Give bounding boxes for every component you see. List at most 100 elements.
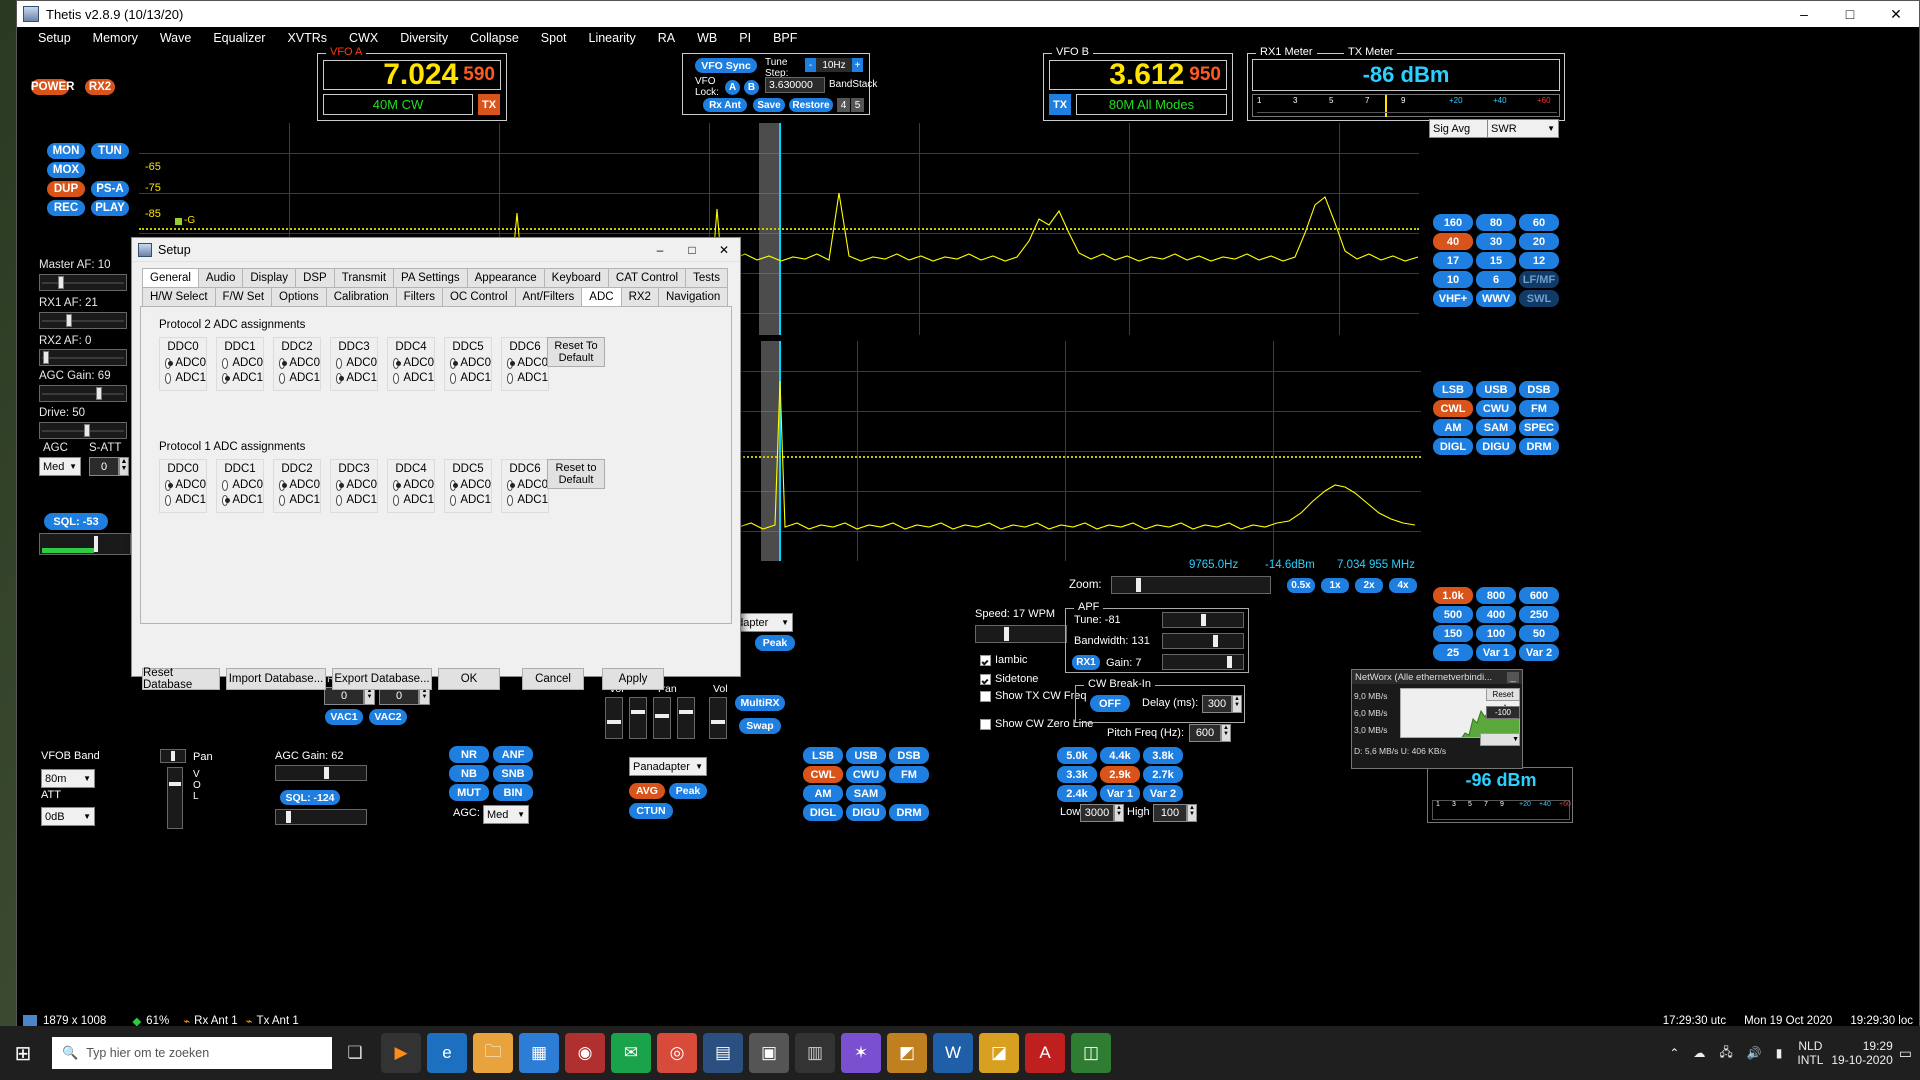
mode-spec-button[interactable]: SPEC [1519,419,1559,436]
language-indicator[interactable]: NLD INTL [1797,1039,1823,1067]
pan-right-slider[interactable] [677,697,695,739]
ctun-button[interactable]: CTUN [629,803,673,819]
band-vhf--button[interactable]: VHF+ [1433,290,1473,307]
mode-bottom-sam-button[interactable]: SAM [846,785,886,802]
filter2-3-3k-button[interactable]: 3.3k [1057,766,1097,783]
setup-tab-pa-settings[interactable]: PA Settings [393,268,468,287]
file-explorer-icon[interactable]: 🗀 [473,1033,513,1073]
filter-var-2-button[interactable]: Var 2 [1519,644,1559,661]
agc-gain-slider[interactable] [39,385,127,402]
pan-slider[interactable] [160,749,186,763]
bin-button[interactable]: BIN [493,784,533,801]
close-button[interactable]: ✕ [1873,1,1919,27]
mode-bottom-dsb-button[interactable]: DSB [889,747,929,764]
band-lf-mf-button[interactable]: LF/MF [1519,271,1559,288]
p2-ddc5-adc1-radio[interactable]: ADC1 [450,372,491,384]
band-20-button[interactable]: 20 [1519,233,1559,250]
menu-item-cwx[interactable]: CWX [338,29,389,47]
cw-speed-slider[interactable] [975,625,1067,643]
networx-widget[interactable]: NetWorx (Alle ethernetverbindi... _ 9,0 … [1351,669,1523,769]
maximize-button[interactable]: □ [1827,1,1873,27]
mode-bottom-cwl-button[interactable]: CWL [803,766,843,783]
mode-drm-button[interactable]: DRM [1519,438,1559,455]
reset-to-default-button-p2[interactable]: Reset To Default [547,337,605,367]
swap-button[interactable]: Swap [739,718,781,734]
vfo-b-tx-indicator[interactable]: TX [1049,94,1071,115]
menu-item-xvtrs[interactable]: XVTRs [276,29,338,47]
menu-item-bpf[interactable]: BPF [762,29,808,47]
setup-tab-tests[interactable]: Tests [685,268,728,287]
band-15-button[interactable]: 15 [1476,252,1516,269]
setup-dialog[interactable]: Setup – □ ✕ General Audio Display DSP Transm… [131,237,741,691]
setup-subtab-ant-filters[interactable]: Ant/Filters [514,287,583,306]
networx-minimize-button[interactable]: _ [1507,671,1519,683]
setup-tab-appearance[interactable]: Appearance [466,268,545,287]
folder-icon[interactable]: ▤ [703,1033,743,1073]
mode-bottom-cwu-button[interactable]: CWU [846,766,886,783]
band-10-button[interactable]: 10 [1433,271,1473,288]
menu-item-setup[interactable]: Setup [27,29,82,47]
high-stepper[interactable]: ▲ ▼ [1187,804,1197,822]
drive-slider[interactable] [39,422,127,439]
vol-slider[interactable] [167,767,183,829]
taskbar-search-input[interactable]: 🔍 Typ hier om te zoeken [52,1037,332,1069]
mode-lsb-button[interactable]: LSB [1433,381,1473,398]
nb-button[interactable]: NB [449,765,489,782]
network-icon[interactable]: 🖧 [1719,1043,1732,1064]
filter2-2-9k-button[interactable]: 2.9k [1100,766,1140,783]
mode-cwl-button[interactable]: CWL [1433,400,1473,417]
high-value[interactable]: 100 [1153,804,1187,822]
p1-ddc5-adc0-radio[interactable]: ADC0 [450,479,491,491]
menu-item-equalizer[interactable]: Equalizer [202,29,276,47]
networx-select[interactable]: ▼ [1480,733,1520,746]
media-player-icon[interactable]: ▶ [381,1033,421,1073]
menu-item-collapse[interactable]: Collapse [459,29,530,47]
snb-button[interactable]: SNB [493,765,533,782]
rx1-af-slider[interactable] [39,312,127,329]
bandstack-save-button[interactable]: Save [753,98,785,112]
vfo-lock-b-button[interactable]: B [744,80,759,95]
vfo-center-freq-field[interactable]: 3.630000 [765,77,825,93]
rx-ant-button[interactable]: Rx Ant [703,98,747,112]
p1-ddc2-adc1-radio[interactable]: ADC1 [279,494,320,506]
rec-button[interactable]: REC [47,200,85,216]
setup-minimize-button[interactable]: – [644,238,676,262]
mode-bottom-fm-button[interactable]: FM [889,766,929,783]
agc-select[interactable]: Med ▼ [39,457,81,476]
p2-ddc6-adc1-radio[interactable]: ADC1 [507,372,548,384]
word-icon[interactable]: W [933,1033,973,1073]
filter-600-button[interactable]: 600 [1519,587,1559,604]
setup-subtab-rx2[interactable]: RX2 [620,287,659,306]
chrome-icon[interactable]: ◎ [657,1033,697,1073]
menu-item-pi[interactable]: PI [728,29,762,47]
bandstack-slot-5[interactable]: 5 [851,98,864,112]
show-tx-cw-freq-checkbox[interactable]: Show TX CW Freq [980,691,1087,702]
menu-item-wb[interactable]: WB [686,29,728,47]
p1-ddc5-adc1-radio[interactable]: ADC1 [450,494,491,506]
mon-button[interactable]: MON [47,143,85,159]
mode-usb-button[interactable]: USB [1476,381,1516,398]
vol-right-slider[interactable] [709,697,727,739]
filter2-2-4k-button[interactable]: 2.4k [1057,785,1097,802]
vfo-b-frequency[interactable]: 3.612 950 [1049,58,1227,91]
apf-bandwidth-slider[interactable] [1162,633,1244,649]
mode-bottom-digu-button[interactable]: DIGU [846,804,886,821]
panadapter-select[interactable]: Panadapter ▼ [629,757,707,776]
tune-step-increment[interactable]: + [852,58,863,72]
reset-database-button[interactable]: Reset Database [142,667,220,691]
filter2-2-7k-button[interactable]: 2.7k [1143,766,1183,783]
apply-button[interactable]: Apply [602,668,664,690]
p2-ddc5-adc0-radio[interactable]: ADC0 [450,357,491,369]
cw-delay-stepper[interactable]: ▲ ▼ [1232,695,1242,713]
sql-button[interactable]: SQL: -53 [44,513,108,530]
setup-subtab-filters[interactable]: Filters [395,287,443,306]
mode-bottom-drm-button[interactable]: DRM [889,804,929,821]
p2-ddc3-adc0-radio[interactable]: ADC0 [336,357,377,369]
apf-rx1-button[interactable]: RX1 [1072,655,1100,670]
store-icon[interactable]: ▦ [519,1033,559,1073]
setup-tab-transmit[interactable]: Transmit [333,268,395,287]
filter-800-button[interactable]: 800 [1476,587,1516,604]
peak-button-top[interactable]: Peak [755,635,795,651]
satt-value[interactable]: 0 [89,457,119,476]
zoom-slider[interactable] [1111,576,1271,594]
